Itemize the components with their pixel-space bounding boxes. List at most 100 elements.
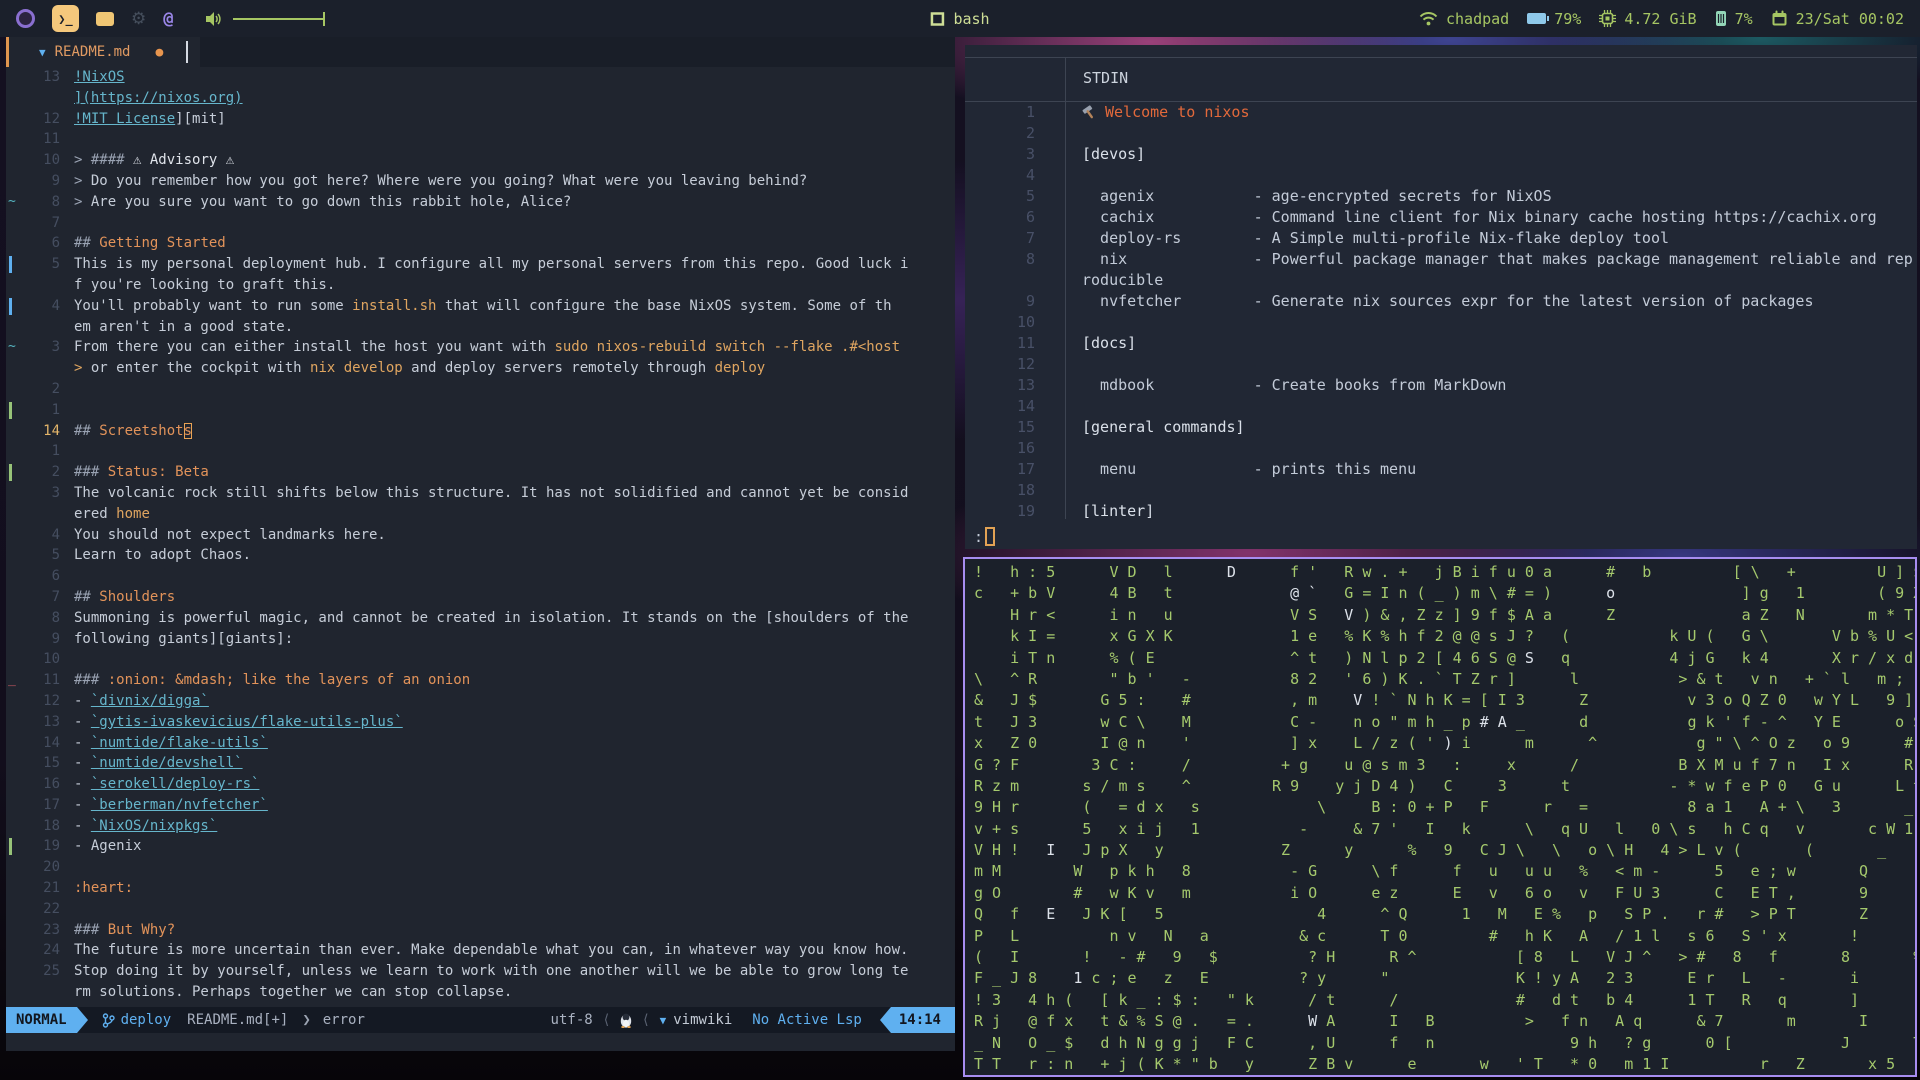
statusline-filename: README.md[+] — [187, 1012, 289, 1028]
powerline-arrow-icon — [76, 1007, 88, 1033]
firefox-icon[interactable] — [16, 9, 35, 28]
line-number — [18, 358, 74, 379]
hammer-icon — [1082, 105, 1093, 119]
line-number: 1 — [51, 443, 60, 460]
line-number: 19 — [43, 838, 60, 855]
editor-line[interactable]: 2 ### Status: Beta — [6, 462, 955, 483]
line-number: 10 — [43, 152, 60, 169]
angle-separator-icon: ⟨ — [643, 1012, 649, 1028]
editor-line[interactable]: 6 ## Getting Started — [6, 233, 955, 254]
cpu-module[interactable]: 7% — [1715, 10, 1753, 28]
editor-line[interactable]: 15 - `numtide/devshell` — [6, 753, 955, 774]
editor-line[interactable]: 9 > Do you remember how you got here? Whe… — [6, 171, 955, 192]
calendar-icon — [1772, 10, 1787, 26]
line-number: 13 — [1016, 376, 1035, 394]
editor-line[interactable]: 6 — [6, 566, 955, 587]
editor-line[interactable]: 23 ### But Why? — [6, 920, 955, 941]
editor-line[interactable]: 22 — [6, 899, 955, 920]
editor-line[interactable]: 14 ## Screetshots — [6, 421, 955, 442]
editor-window[interactable]: ▼ README.md ● 13 !NixOS](https://nixos.or… — [6, 37, 955, 1051]
memory-module[interactable]: 4.72 GiB — [1599, 10, 1697, 28]
pager-body[interactable]: 1 Welcome to nixos 2 3 [devos] 4 5 agenix - ag… — [965, 102, 1917, 523]
pager-command-prompt[interactable]: : — [974, 527, 996, 546]
editor-line[interactable]: 14 - `numtide/flake-utils` — [6, 733, 955, 754]
editor-line[interactable]: 3 The volcanic rock still shifts below th… — [6, 483, 955, 504]
editor-line[interactable]: em aren't in a good state. — [6, 317, 955, 338]
gutter-sign — [6, 753, 18, 774]
gutter-sign — [6, 400, 18, 421]
clock-text: 14:14 — [890, 1007, 955, 1033]
tab-readme[interactable]: ▼ README.md ● — [9, 37, 201, 67]
editor-line[interactable]: 13 - `gytis-ivaskevicius/flake-utils-plus… — [6, 712, 955, 733]
pager-line-text: Welcome to nixos — [1065, 102, 1250, 123]
editor-line[interactable]: 13 !NixOS — [6, 67, 955, 88]
editor-line[interactable]: 10 — [6, 649, 955, 670]
editor-line[interactable]: 4 You'll probably want to run some instal… — [6, 296, 955, 317]
line-text: - `numtide/devshell` — [74, 755, 243, 772]
gutter-sign — [6, 816, 18, 837]
editor-line[interactable]: ](https://nixos.org) — [6, 88, 955, 109]
pager-window[interactable]: STDIN 1 Welcome to nixos 2 3 [devos] 4 5 ageni… — [965, 45, 1917, 549]
pager-line: 7 deploy-rs - A Simple multi-profile Nix… — [965, 228, 1917, 249]
chat-icon[interactable] — [96, 11, 114, 26]
line-number: 24 — [43, 942, 60, 959]
editor-line[interactable]: 24 The future is more uncertain than ever… — [6, 940, 955, 961]
editor-line[interactable]: 4 You should not expect landmarks here. — [6, 525, 955, 546]
editor-line[interactable]: 12 !MIT License][mit] — [6, 109, 955, 130]
editor-line[interactable]: 9 following giants][giants]: — [6, 629, 955, 650]
editor-line[interactable]: 5 Learn to adopt Chaos. — [6, 545, 955, 566]
editor-buffer[interactable]: 13 !NixOS](https://nixos.org) 12 !MIT Licen… — [6, 67, 955, 1007]
editor-line[interactable]: 18 - `NixOS/nixpkgs` — [6, 816, 955, 837]
editor-line[interactable]: _ 11 ### :onion: &mdash; like the layers o… — [6, 670, 955, 691]
editor-line[interactable]: 25 Stop doing it by yourself, unless we l… — [6, 961, 955, 982]
gutter-sign — [6, 213, 18, 234]
gutter-sign — [6, 691, 18, 712]
volume-slider[interactable] — [232, 11, 325, 26]
editor-line[interactable]: 12 - `divnix/digga` — [6, 691, 955, 712]
window-title-text: bash — [953, 9, 990, 28]
editor-line[interactable]: 16 - `serokell/deploy-rs` — [6, 774, 955, 795]
line-text — [74, 857, 955, 878]
clock-module[interactable]: 23/Sat 00:02 — [1771, 10, 1904, 28]
pager-line-text — [1065, 165, 1082, 186]
volume-control[interactable] — [205, 11, 325, 27]
editor-line[interactable]: 8 Summoning is powerful magic, and cannot… — [6, 608, 955, 629]
editor-line[interactable]: 10 > #### ⚠ Advisory ⚠ — [6, 150, 955, 171]
editor-line[interactable]: 20 — [6, 857, 955, 878]
editor-line[interactable]: ~3 From there you can either install the … — [6, 337, 955, 358]
editor-line[interactable]: > or enter the cockpit with nix develop … — [6, 358, 955, 379]
pager-line: 3 [devos] — [965, 144, 1917, 165]
editor-line[interactable]: 7 ## Shoulders — [6, 587, 955, 608]
lsp-status-text: No Active Lsp — [752, 1012, 862, 1028]
gutter-sign: _ — [8, 672, 16, 688]
editor-line[interactable]: 17 - `berberman/nvfetcher` — [6, 795, 955, 816]
line-text: From there you can either install the ho… — [74, 339, 901, 356]
editor-line[interactable]: 7 — [6, 213, 955, 234]
editor-line[interactable]: 19 - Agenix — [6, 836, 955, 857]
editor-line[interactable]: ered home — [6, 504, 955, 525]
line-number: 15 — [43, 755, 60, 772]
terminal-workspace-icon[interactable]: ❯_ — [52, 5, 79, 32]
gear-icon[interactable]: ⚙ — [131, 9, 146, 29]
line-text: f you're looking to graft this. — [74, 276, 336, 293]
battery-module[interactable]: 79% — [1527, 10, 1581, 28]
editor-line[interactable]: f you're looking to graft this. — [6, 275, 955, 296]
editor-line[interactable]: rm solutions. Perhaps together we can st… — [6, 982, 955, 1003]
editor-line[interactable]: 5 This is my personal deployment hub. I c… — [6, 254, 955, 275]
pager-line: 14 — [965, 396, 1917, 417]
line-number: 16 — [43, 776, 60, 793]
glyph-terminal-window[interactable]: ! h : 5 V D l D f ' R w . + j B i f u 0 … — [963, 557, 1917, 1077]
editor-line[interactable]: 1 — [6, 441, 955, 462]
git-branch-icon — [102, 1012, 115, 1028]
pager-top-rule — [965, 57, 1917, 58]
editor-line[interactable]: ~8 > Are you sure you want to go down thi… — [6, 192, 955, 213]
glyph-row: i T n % ( E ^ t ) N l p 2 [ 4 6 S @ S q … — [974, 648, 1914, 667]
editor-line[interactable]: 2 — [6, 379, 955, 400]
editor-line[interactable]: 1 — [6, 400, 955, 421]
editor-line[interactable]: 21:heart: — [6, 878, 955, 899]
at-sign-icon[interactable]: @ — [163, 9, 173, 29]
editor-line[interactable]: 11 — [6, 129, 955, 150]
network-module[interactable]: chadpad — [1419, 10, 1509, 28]
gutter-sign — [6, 462, 18, 483]
line-number: 5 — [51, 256, 60, 273]
